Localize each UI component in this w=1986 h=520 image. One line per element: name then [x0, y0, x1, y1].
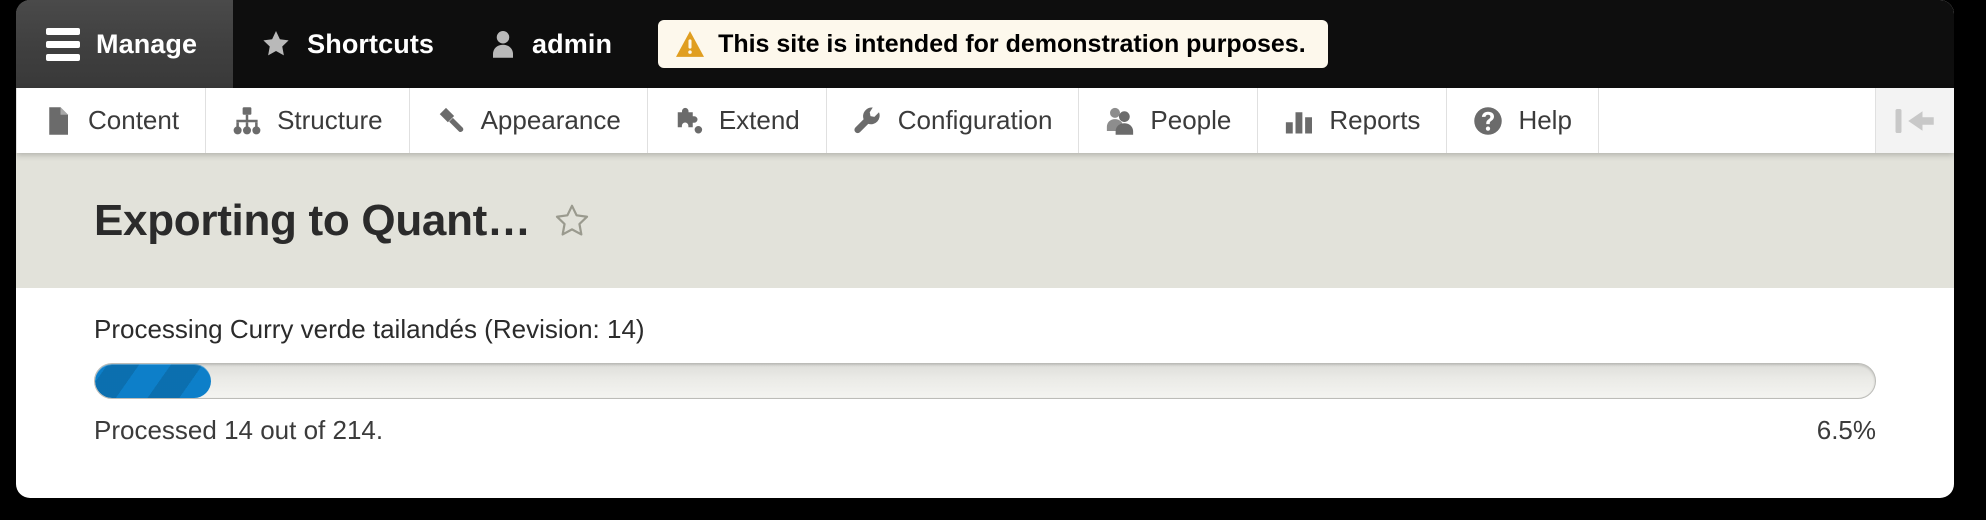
progress-status-row: Processed 14 out of 214. 6.5%: [94, 415, 1876, 446]
file-icon: [49, 106, 68, 135]
menu-item-extend[interactable]: Extend: [648, 88, 827, 153]
toolbar-tab-shortcuts-label: Shortcuts: [307, 28, 435, 59]
menu-item-structure-label: Structure: [277, 105, 383, 135]
star-outline-icon[interactable]: [553, 202, 591, 240]
user-icon: [493, 31, 514, 58]
menu-item-help[interactable]: Help: [1447, 88, 1599, 153]
puzzle-icon: [677, 107, 702, 133]
warning-triangle-icon: [676, 31, 705, 57]
toolbar-tab-account-label: admin: [532, 28, 613, 59]
menu-item-structure[interactable]: Structure: [206, 88, 410, 153]
people-icon: [1107, 107, 1134, 135]
star-icon: [263, 31, 289, 56]
menu-item-appearance[interactable]: Appearance: [410, 88, 648, 153]
menu-item-reports-label: Reports: [1329, 105, 1421, 135]
admin-menu-bar: Content Structure Appearance Extend Conf…: [16, 88, 1954, 153]
question-circle-icon: [1474, 106, 1503, 135]
toolbar-tab-manage[interactable]: Manage: [16, 0, 234, 88]
menu-item-people[interactable]: People: [1079, 88, 1259, 153]
progress-label: Processing Curry verde tailandés (Revisi…: [94, 314, 645, 344]
menu-item-configuration-label: Configuration: [897, 105, 1053, 135]
collapse-sidebar-icon: [1895, 108, 1934, 133]
demo-notice-text: This site is intended for demonstration …: [718, 29, 1306, 58]
demo-notice: This site is intended for demonstration …: [658, 20, 1328, 68]
progress-message: Processed 14 out of 214.: [94, 415, 384, 445]
main-content: Processing Curry verde tailandés (Revisi…: [16, 288, 1954, 446]
admin-toolbar-bar: Manage Shortcuts admin This site is inte…: [16, 0, 1954, 88]
toolbar-tab-account[interactable]: admin: [462, 0, 640, 88]
menu-item-people-label: People: [1150, 105, 1232, 135]
wrench-icon: [854, 106, 880, 133]
menu-item-content-label: Content: [88, 105, 180, 135]
menu-item-help-label: Help: [1518, 105, 1572, 135]
menu-item-extend-label: Extend: [718, 105, 800, 135]
progress-bar-fill: [95, 364, 211, 398]
sitemap-icon: [233, 106, 261, 134]
menu-item-reports[interactable]: Reports: [1258, 88, 1448, 153]
toolbar-tab-shortcuts[interactable]: Shortcuts: [233, 0, 462, 88]
menu-item-content[interactable]: Content: [16, 88, 207, 153]
toolbar-tab-manage-label: Manage: [96, 28, 198, 59]
progress-percent: 6.5%: [1816, 415, 1876, 445]
page-header-band: Exporting to Quant…: [16, 153, 1954, 288]
menu-item-appearance-label: Appearance: [480, 105, 621, 135]
progress-bar: [94, 363, 1876, 399]
page-title: Exporting to Quant…: [94, 195, 531, 245]
hamburger-menu-icon: [46, 27, 80, 61]
bar-chart-icon: [1286, 111, 1313, 133]
browser-page: Manage Shortcuts admin This site is inte…: [16, 0, 1954, 498]
menu-empty-slot: [1599, 88, 1876, 153]
screen: Manage Shortcuts admin This site is inte…: [0, 0, 1986, 520]
collapse-sidebar-button[interactable]: [1876, 88, 1954, 153]
menu-item-configuration[interactable]: Configuration: [827, 88, 1080, 153]
paintbrush-icon: [439, 107, 463, 132]
